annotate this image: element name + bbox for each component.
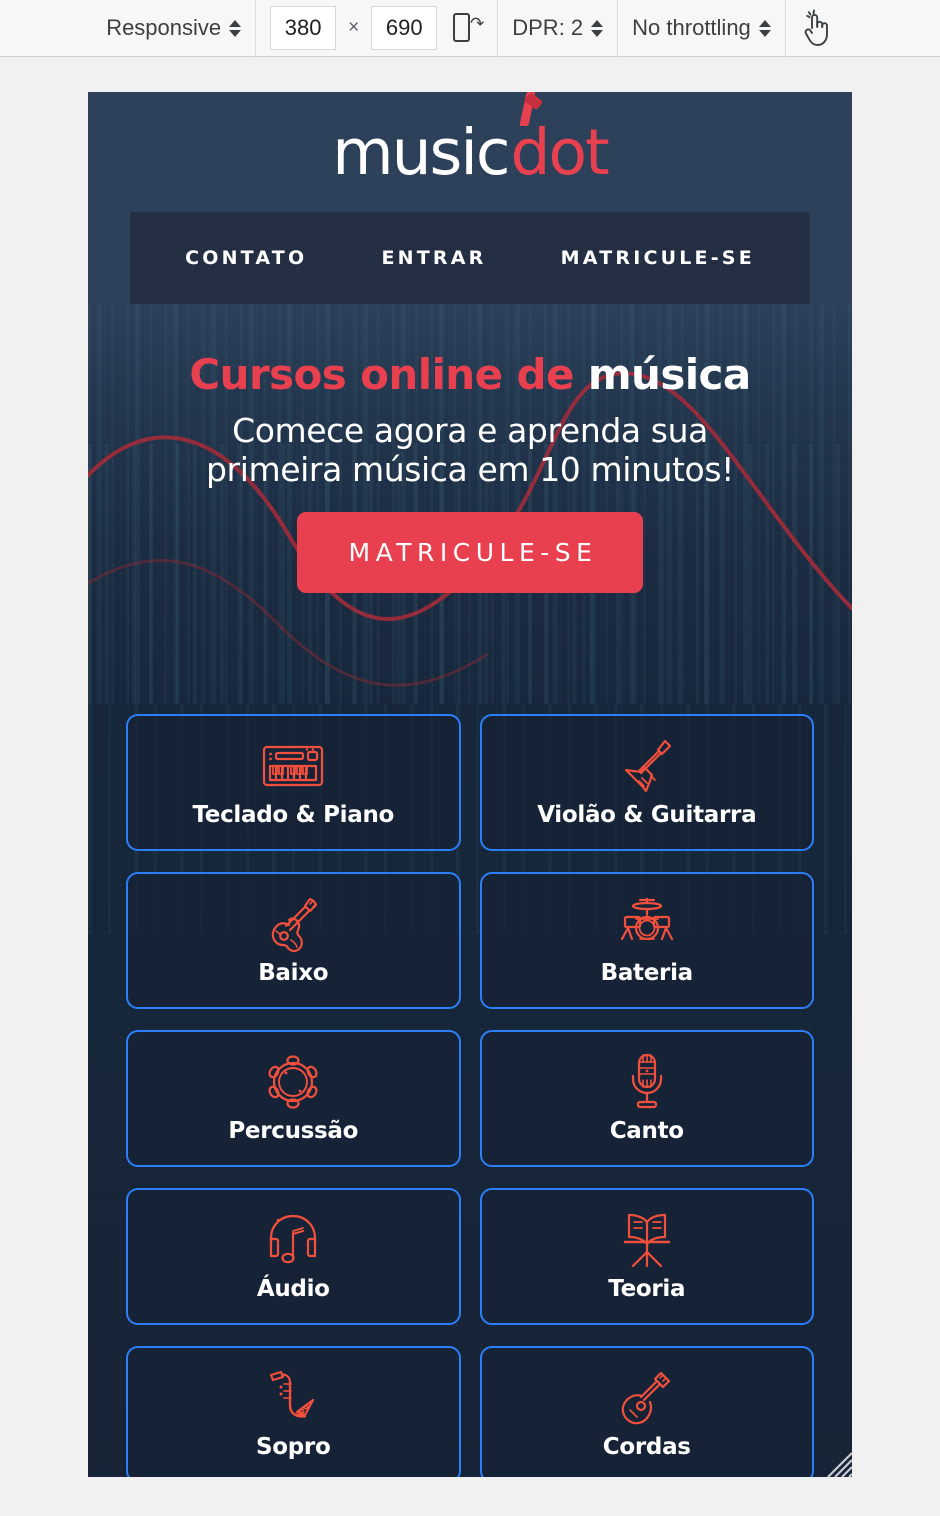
drum-kit-icon — [616, 892, 678, 956]
chevron-updown-icon — [758, 19, 771, 37]
hero-cta-matricule-se-button[interactable]: MATRICULE-SE — [296, 512, 644, 594]
throttling-dropdown[interactable]: No throttling — [617, 0, 785, 57]
course-card-canto[interactable]: Canto — [479, 1030, 814, 1167]
site-nav: CONTATO ENTRAR MATRICULE-SE — [130, 212, 810, 304]
hero-title: Cursos online de música — [88, 350, 852, 399]
courses-section: Teclado & Piano Violão & Guitarra Baixo … — [88, 704, 852, 1477]
keyboard-piano-icon — [262, 734, 324, 798]
courses-grid: Teclado & Piano Violão & Guitarra Baixo … — [126, 704, 814, 1477]
saxophone-icon — [267, 1366, 319, 1430]
nav-item-entrar[interactable]: ENTRAR — [381, 247, 486, 269]
mandolin-icon — [619, 1366, 675, 1430]
viewport-width-input[interactable]: 380 — [270, 6, 337, 50]
course-label: Bateria — [600, 959, 694, 986]
course-card-audio[interactable]: Áudio — [126, 1188, 461, 1325]
course-label: Cordas — [602, 1433, 691, 1460]
dpr-label: DPR: 2 — [512, 15, 584, 40]
chevron-updown-icon — [591, 19, 604, 37]
nav-item-contato[interactable]: CONTATO — [185, 247, 307, 269]
device-preset-dropdown[interactable]: Responsive — [92, 0, 255, 57]
hero-subtitle-line-1: Comece agora e aprenda sua — [232, 411, 708, 451]
course-label: Canto — [609, 1117, 684, 1144]
course-label: Teclado & Piano — [192, 801, 395, 828]
nav-item-matricule-se[interactable]: MATRICULE-SE — [561, 247, 755, 269]
course-label: Teoria — [608, 1275, 686, 1302]
site-logo[interactable]: music dot — [332, 92, 610, 189]
microphone-icon — [627, 1050, 667, 1114]
touch-cursor-icon — [804, 9, 828, 46]
throttling-label: No throttling — [632, 15, 751, 40]
viewport-height-input[interactable]: 690 — [371, 6, 438, 50]
viewport-resize-handle[interactable] — [818, 1443, 852, 1477]
course-card-bateria[interactable]: Bateria — [479, 872, 814, 1009]
hero-subtitle: Comece agora e aprenda sua primeira músi… — [88, 411, 852, 490]
dpr-dropdown[interactable]: DPR: 2 — [497, 0, 617, 57]
hero-content: Cursos online de música Comece agora e a… — [88, 304, 852, 594]
hero-subtitle-line-2: primeira música em 10 minutos! — [206, 450, 734, 490]
headphones-note-icon — [265, 1208, 321, 1272]
resize-grip-icon — [827, 1452, 852, 1477]
course-card-teclado-piano[interactable]: Teclado & Piano — [126, 714, 461, 851]
course-label: Áudio — [256, 1275, 330, 1302]
electric-guitar-icon — [621, 734, 673, 798]
devtools-responsive-toolbar: Responsive 380 × 690 ↷ DPR: 2 No throttl… — [0, 0, 940, 57]
course-label: Violão & Guitarra — [537, 801, 757, 828]
course-label: Baixo — [258, 959, 329, 986]
course-label: Percussão — [228, 1117, 359, 1144]
site-nav-wrapper: CONTATO ENTRAR MATRICULE-SE — [88, 212, 852, 304]
course-card-sopro[interactable]: Sopro — [126, 1346, 461, 1477]
chevron-updown-icon — [229, 19, 242, 37]
logo-text-music: music — [332, 115, 510, 189]
course-label: Sopro — [256, 1433, 331, 1460]
device-viewport: music dot CONTATO ENTRAR MATRICULE-SE Cu… — [88, 92, 852, 1477]
rotate-device-icon[interactable]: ↷ — [453, 11, 485, 45]
dimension-separator: × — [348, 17, 360, 38]
rotate-arrow-icon: ↷ — [470, 14, 485, 33]
touch-emulation-button[interactable] — [784, 0, 848, 57]
course-card-percussao[interactable]: Percussão — [126, 1030, 461, 1167]
course-card-cordas[interactable]: Cordas — [479, 1346, 814, 1477]
viewport-size-group: 380 × 690 ↷ — [255, 0, 497, 57]
course-card-violao-guitarra[interactable]: Violão & Guitarra — [479, 714, 814, 851]
logo-dot-wrapper: dot — [510, 92, 610, 189]
device-preset-label: Responsive — [106, 15, 222, 40]
bass-guitar-icon — [265, 892, 321, 956]
logo-text-dot: dot — [510, 115, 610, 189]
phone-outline-icon — [453, 13, 471, 42]
music-stand-icon — [618, 1208, 676, 1272]
hero-section: Cursos online de música Comece agora e a… — [88, 304, 852, 704]
course-card-teoria[interactable]: Teoria — [479, 1188, 814, 1325]
course-card-baixo[interactable]: Baixo — [126, 872, 461, 1009]
hero-title-red: Cursos online de — [189, 350, 574, 399]
site-header: music dot — [88, 92, 852, 212]
hero-title-white: música — [587, 350, 751, 399]
tambourine-icon — [264, 1050, 322, 1114]
